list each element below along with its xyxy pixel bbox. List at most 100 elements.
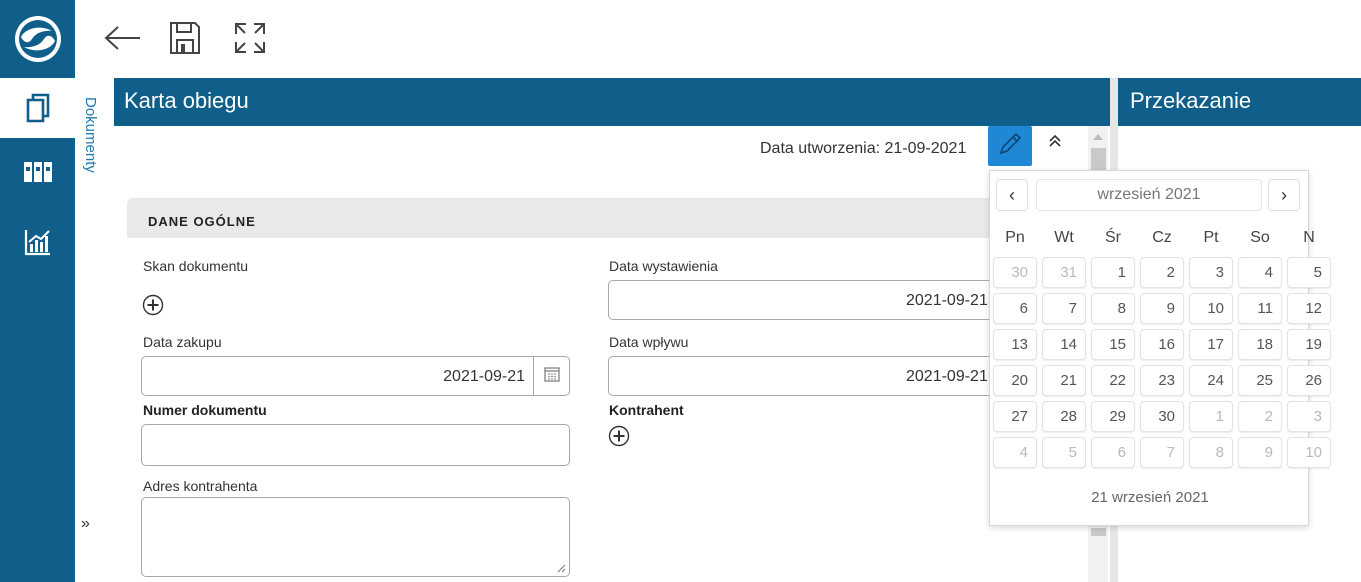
- calendar-day[interactable]: 12: [1287, 293, 1331, 324]
- receipt-date-value: 2021-09-21: [906, 368, 988, 385]
- section-header[interactable]: [127, 198, 997, 238]
- issue-date-value: 2021-09-21: [906, 292, 988, 309]
- calendar-day[interactable]: 7: [1140, 437, 1184, 468]
- rail-item-binders[interactable]: [0, 142, 75, 202]
- calendar-day[interactable]: 9: [1140, 293, 1184, 324]
- month-year-selector[interactable]: wrzesień 2021: [1036, 179, 1262, 211]
- calendar-button[interactable]: [533, 357, 569, 395]
- right-panel-title: Przekazanie: [1130, 88, 1252, 113]
- calendar-day[interactable]: 4: [993, 437, 1037, 468]
- page-title: Karta obiegu: [124, 88, 249, 113]
- weekday-header: So: [1250, 229, 1270, 246]
- app-logo[interactable]: [0, 0, 75, 78]
- issue-date-field[interactable]: 2021-09-21: [608, 280, 1028, 320]
- section-title: DANE OGÓLNE: [148, 214, 256, 229]
- rail-item-charts[interactable]: [0, 212, 75, 272]
- purchase-date-field[interactable]: 2021-09-21: [141, 356, 570, 396]
- calendar-day[interactable]: 24: [1189, 365, 1233, 396]
- purchase-date-label: Data zakupu: [143, 334, 222, 350]
- calendar-day[interactable]: 10: [1287, 437, 1331, 468]
- doc-number-label: Numer dokumentu: [143, 402, 267, 418]
- issue-date-label: Data wystawienia: [609, 258, 718, 274]
- resize-handle-icon[interactable]: [557, 564, 566, 573]
- weekday-header: Cz: [1152, 229, 1172, 246]
- weekday-header: Śr: [1105, 229, 1121, 246]
- calendar-day[interactable]: 7: [1042, 293, 1086, 324]
- weekday-header: Pn: [1005, 229, 1025, 246]
- calendar-icon: [543, 366, 560, 387]
- scan-label: Skan dokumentu: [143, 258, 249, 274]
- panel-header: [114, 78, 1110, 126]
- calendar-day[interactable]: 18: [1238, 329, 1282, 360]
- prev-month-button[interactable]: ‹: [996, 179, 1028, 211]
- calendar-day[interactable]: 16: [1140, 329, 1184, 360]
- contractor-address-textarea[interactable]: [141, 497, 570, 577]
- save-button[interactable]: [163, 18, 207, 62]
- calendar-day[interactable]: 20: [993, 365, 1037, 396]
- calendar-day[interactable]: 30: [993, 257, 1037, 288]
- floppy-disk-icon: [169, 21, 201, 60]
- calendar-day[interactable]: 2: [1140, 257, 1184, 288]
- rail-item-documents[interactable]: [0, 78, 75, 138]
- scroll-up-arrow[interactable]: [1088, 130, 1108, 144]
- arrow-left-icon: [102, 25, 142, 56]
- calendar-day[interactable]: 13: [993, 329, 1037, 360]
- calendar-day[interactable]: 3: [1189, 257, 1233, 288]
- collapse-button[interactable]: [1040, 128, 1070, 158]
- calendar-day[interactable]: 19: [1287, 329, 1331, 360]
- contractor-label: Kontrahent: [609, 402, 684, 418]
- creation-date: Data utworzenia: 21-09-2021: [760, 140, 967, 157]
- calendar-day[interactable]: 15: [1091, 329, 1135, 360]
- expand-panel-button[interactable]: »: [81, 515, 90, 533]
- expand-icon: [233, 21, 267, 60]
- add-scan-button[interactable]: [142, 294, 164, 316]
- calendar-day[interactable]: 4: [1238, 257, 1282, 288]
- calendar-day[interactable]: 8: [1091, 293, 1135, 324]
- calendar-day[interactable]: 10: [1189, 293, 1233, 324]
- calendar-day[interactable]: 1: [1091, 257, 1135, 288]
- datepicker-popup: ‹ wrzesień 2021 › Pn Wt Śr Cz Pt So N 30 31 1 2 3 4 5…: [989, 170, 1331, 526]
- fullscreen-button[interactable]: [228, 18, 272, 62]
- calendar-day[interactable]: 17: [1189, 329, 1233, 360]
- calendar-day[interactable]: 2: [1238, 401, 1282, 432]
- calendar-day[interactable]: 21: [1042, 365, 1086, 396]
- calendar-day[interactable]: 28: [1042, 401, 1086, 432]
- calendar-day[interactable]: 6: [993, 293, 1037, 324]
- calendar-day[interactable]: 27: [993, 401, 1037, 432]
- calendar-day[interactable]: 14: [1042, 329, 1086, 360]
- next-month-button[interactable]: ›: [1268, 179, 1300, 211]
- receipt-date-label: Data wpływu: [609, 334, 689, 350]
- today-link[interactable]: 21 wrzesień 2021: [990, 489, 1310, 506]
- calendar-day[interactable]: 31: [1042, 257, 1086, 288]
- back-button[interactable]: [100, 18, 144, 62]
- calendar-day[interactable]: 22: [1091, 365, 1135, 396]
- double-chevron-up-icon: [1048, 134, 1062, 153]
- calendar-day[interactable]: 25: [1238, 365, 1282, 396]
- calendar-day[interactable]: 11: [1238, 293, 1282, 324]
- calendar-day[interactable]: 3: [1287, 401, 1331, 432]
- calendar-day[interactable]: 29: [1091, 401, 1135, 432]
- binders-icon: [23, 159, 53, 185]
- calendar-day[interactable]: 9: [1238, 437, 1282, 468]
- calendar-day[interactable]: 5: [1287, 257, 1331, 288]
- calendar-day[interactable]: 23: [1140, 365, 1184, 396]
- calendar-day[interactable]: 5: [1042, 437, 1086, 468]
- weekday-header: Wt: [1054, 229, 1074, 246]
- edit-button[interactable]: [988, 126, 1032, 166]
- calendar-day[interactable]: 30: [1140, 401, 1184, 432]
- calendar-day[interactable]: 26: [1287, 365, 1331, 396]
- receipt-date-field[interactable]: 2021-09-21: [608, 356, 1028, 396]
- chart-icon: [23, 227, 53, 257]
- tab-dokumenty[interactable]: Dokumenty: [82, 97, 99, 173]
- purchase-date-value: 2021-09-21: [443, 368, 525, 385]
- calendar-day[interactable]: 8: [1189, 437, 1233, 468]
- calendar-day[interactable]: 1: [1189, 401, 1233, 432]
- pencil-icon: [997, 131, 1023, 162]
- doc-number-input[interactable]: [141, 424, 570, 466]
- weekday-header: Pt: [1203, 229, 1219, 246]
- documents-icon: [23, 92, 53, 124]
- calendar-day[interactable]: 6: [1091, 437, 1135, 468]
- scrollbar-segment: [1091, 528, 1106, 536]
- add-contractor-button[interactable]: [608, 425, 630, 447]
- weekday-header: N: [1303, 229, 1315, 246]
